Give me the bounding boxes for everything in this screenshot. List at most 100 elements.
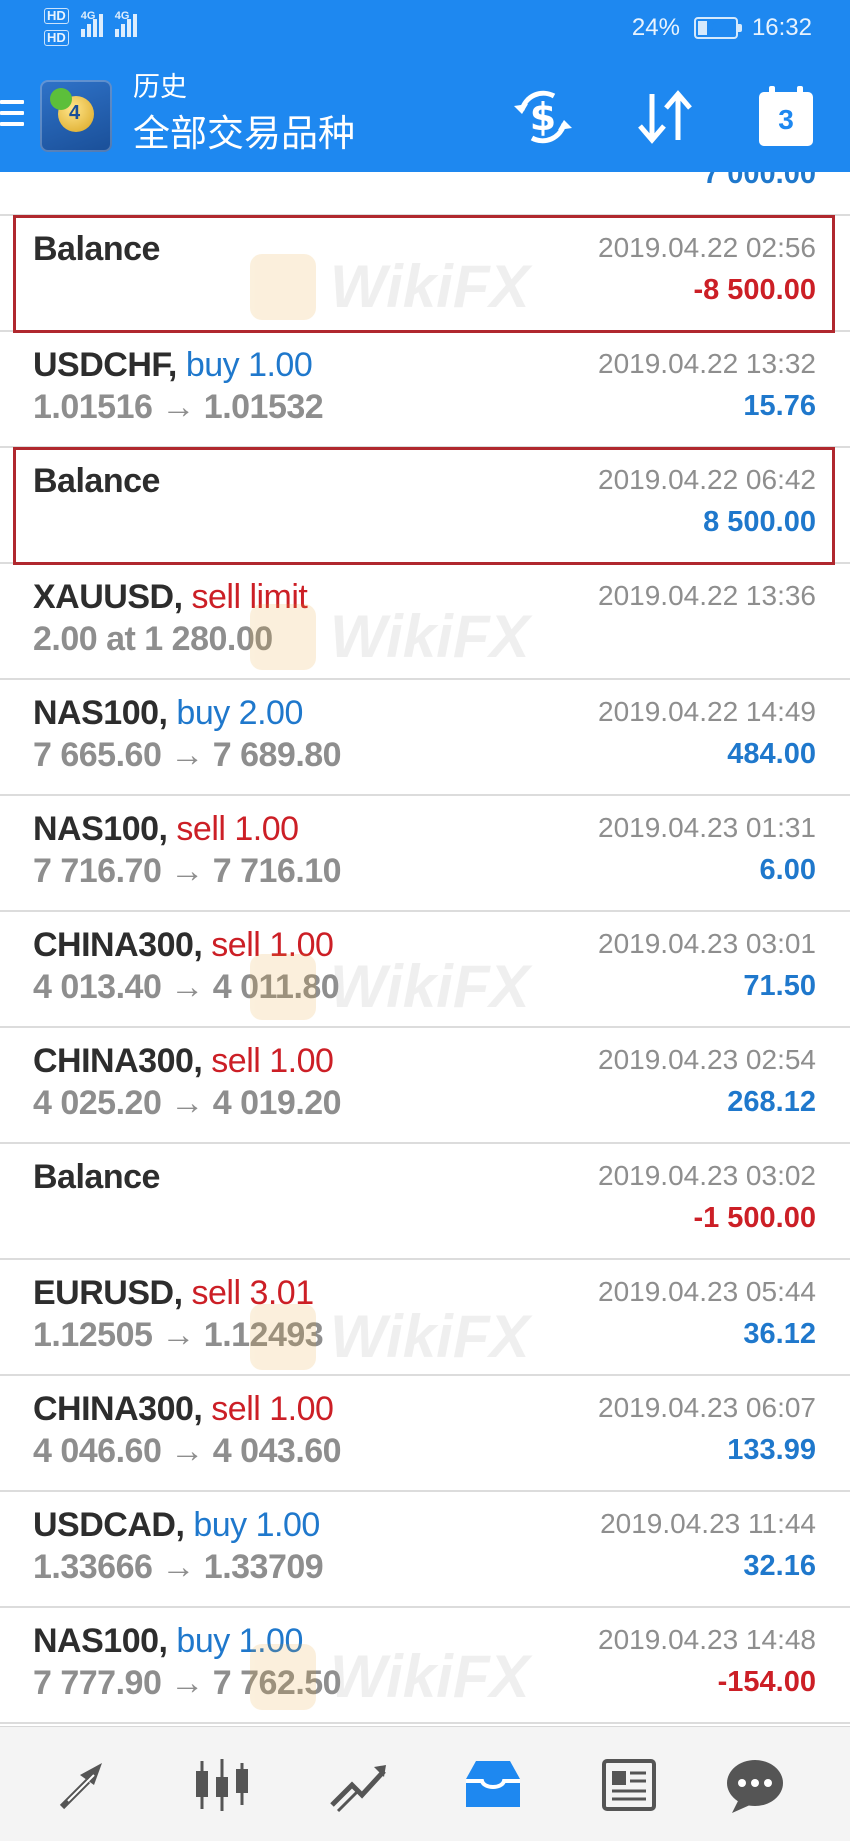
row-symbol-line: Balance <box>33 460 160 502</box>
battery-fill <box>697 21 707 35</box>
row-symbol-line: NAS100, buy 2.00 <box>33 694 303 732</box>
row-symbol-line: Balance <box>33 1156 160 1198</box>
timestamp: 2019.04.23 14:48 <box>598 1624 816 1655</box>
calendar-day: 3 <box>778 104 794 135</box>
network-type-label: 4G <box>114 10 130 22</box>
history-row[interactable]: CHINA300, sell 1.00 4 025.20 → 4 019.20 20… <box>0 1028 850 1144</box>
trade-direction: sell 1.00 <box>211 1390 334 1428</box>
profit-value: -8 500.00 <box>693 274 816 306</box>
row-symbol-line: CHINA300, sell 1.00 <box>33 926 334 964</box>
symbol: CHINA300 <box>33 1390 194 1428</box>
status-bar: HD HD 4G 4G 24% ⚡ 16:32 <box>0 0 850 60</box>
timestamp: 2019.04.22 02:56 <box>598 232 816 263</box>
price-detail: 1.12505 → 1.12493 <box>33 1316 324 1354</box>
timestamp: 2019.04.23 01:31 <box>598 812 816 843</box>
trade-direction: sell 3.01 <box>191 1274 314 1312</box>
price-detail: 7 777.90 → 7 762.50 <box>33 1664 342 1702</box>
page-title: 全部交易品种 <box>133 112 355 155</box>
symbol: Balance <box>33 1158 160 1196</box>
symbol: XAUUSD <box>33 578 174 616</box>
timestamp: 2019.04.23 03:02 <box>598 1160 816 1191</box>
symbol: Balance <box>33 230 160 268</box>
menu-icon[interactable] <box>0 100 24 126</box>
trade-direction: buy 1.00 <box>185 346 313 384</box>
history-row[interactable]: Balance 2019.04.22 06:42 8 500.00 <box>0 448 850 564</box>
price-detail: 4 046.60 → 4 043.60 <box>33 1432 342 1470</box>
row-symbol-line: NAS100, sell 1.00 <box>33 810 299 848</box>
profit-value: 268.12 <box>727 1086 816 1118</box>
profit-value: 71.50 <box>743 970 816 1002</box>
news-icon[interactable] <box>596 1755 662 1815</box>
signal-icon: 4G <box>114 10 137 37</box>
timestamp: 2019.04.23 11:44 <box>600 1508 816 1539</box>
row-symbol-line: Balance <box>33 228 160 270</box>
price-detail: 4 025.20 → 4 019.20 <box>33 1084 342 1122</box>
trade-direction: sell 1.00 <box>211 926 334 964</box>
price-detail: 7 716.70 → 7 716.10 <box>33 852 342 890</box>
history-row[interactable]: NAS100, buy 1.00 7 777.90 → 7 762.50 2019.… <box>0 1608 850 1724</box>
symbol: USDCAD <box>33 1506 176 1544</box>
battery-icon: ⚡ <box>693 17 742 39</box>
price-detail: 4 013.40 → 4 011.80 <box>33 968 340 1006</box>
battery-percent: 24% <box>631 14 680 41</box>
bottom-nav <box>0 1726 850 1841</box>
symbol: NAS100 <box>33 694 159 732</box>
chart-icon[interactable] <box>188 1755 254 1815</box>
price-detail: 1.01516 → 1.01532 <box>33 388 324 426</box>
currency-exchange-icon[interactable]: $ <box>508 84 578 150</box>
row-symbol-line: USDCAD, buy 1.00 <box>33 1506 320 1544</box>
trade-direction: sell 1.00 <box>176 810 299 848</box>
quotes-icon[interactable] <box>54 1755 120 1815</box>
trade-direction: buy 1.00 <box>193 1506 320 1544</box>
history-row[interactable]: Balance 2019.04.23 03:02 -1 500.00 <box>0 1144 850 1260</box>
timestamp: 2019.04.22 13:36 <box>598 580 816 611</box>
symbol: NAS100 <box>33 1622 159 1660</box>
profit-value: 7 000.00 <box>703 172 816 190</box>
hd-badge: HD <box>44 30 69 46</box>
history-row[interactable]: Balance2019.04.19 10:037 000.00Mr. Chen’… <box>0 172 850 216</box>
symbol: CHINA300 <box>33 926 194 964</box>
profit-value: -154.00 <box>717 1666 816 1698</box>
row-symbol-line: CHINA300, sell 1.00 <box>33 1390 334 1428</box>
row-symbol-line: EURUSD, sell 3.01 <box>33 1274 314 1312</box>
history-row[interactable]: CHINA300, sell 1.00 4 046.60 → 4 043.60 20… <box>0 1376 850 1492</box>
history-row[interactable]: NAS100, buy 2.00 7 665.60 → 7 689.80 2019.… <box>0 680 850 796</box>
hd-badge: HD <box>44 8 69 24</box>
history-row[interactable]: USDCAD, buy 1.00 1.33666 → 1.33709 2019.04… <box>0 1492 850 1608</box>
sort-icon[interactable] <box>632 84 698 150</box>
timestamp: 2019.04.23 03:01 <box>598 928 816 959</box>
trade-icon[interactable] <box>326 1755 392 1815</box>
profit-value: 484.00 <box>727 738 816 770</box>
history-list[interactable]: NAS100, buy 1.00 7 777.90 → 7 762.50 2019.… <box>0 172 850 1726</box>
history-row[interactable]: EURUSD, sell 3.01 1.12505 → 1.12493 2019.0… <box>0 1260 850 1376</box>
price-detail: 7 665.60 → 7 689.80 <box>33 736 342 774</box>
profit-value: -1 500.00 <box>693 1202 816 1234</box>
history-row[interactable]: Balance 2019.04.22 02:56 -8 500.00 <box>0 216 850 332</box>
timestamp: 2019.04.22 13:32 <box>598 348 816 379</box>
calendar-icon[interactable]: 3 <box>757 84 823 150</box>
symbol: USDCHF <box>33 346 168 384</box>
profit-value: 8 500.00 <box>703 506 816 538</box>
network-type-label: 4G <box>80 10 96 22</box>
history-row[interactable]: NAS100, sell 1.00 7 716.70 → 7 716.10 2019… <box>0 796 850 912</box>
row-symbol-line: CHINA300, sell 1.00 <box>33 1042 334 1080</box>
row-symbol-line: USDCHF, buy 1.00 <box>33 346 313 384</box>
trade-direction: sell 1.00 <box>211 1042 334 1080</box>
history-icon[interactable] <box>460 1755 526 1815</box>
network-indicators: HD HD 4G 4G <box>44 8 137 46</box>
history-row[interactable]: CHINA300, sell 1.00 4 013.40 → 4 011.80 20… <box>0 912 850 1028</box>
trade-direction: buy 2.00 <box>176 694 303 732</box>
history-row[interactable]: XAUUSD, sell limit 2.00 at 1 280.00 2019.0… <box>0 564 850 680</box>
app-logo[interactable]: 4 <box>40 80 112 152</box>
timestamp: 2019.04.23 05:44 <box>598 1276 816 1307</box>
title-block[interactable]: 历史 全部交易品种 <box>133 70 355 158</box>
profit-value: 15.76 <box>743 390 816 422</box>
timestamp: 2019.04.23 02:54 <box>598 1044 816 1075</box>
trade-direction: sell limit <box>191 578 308 616</box>
trade-direction: buy 1.00 <box>176 1622 303 1660</box>
price-detail: 1.33666 → 1.33709 <box>33 1548 324 1586</box>
history-row[interactable]: USDCHF, buy 1.00 1.01516 → 1.01532 2019.04… <box>0 332 850 448</box>
page-subtitle: 历史 <box>133 72 187 103</box>
chat-icon[interactable] <box>722 1755 788 1815</box>
row-symbol-line: XAUUSD, sell limit <box>33 578 308 616</box>
